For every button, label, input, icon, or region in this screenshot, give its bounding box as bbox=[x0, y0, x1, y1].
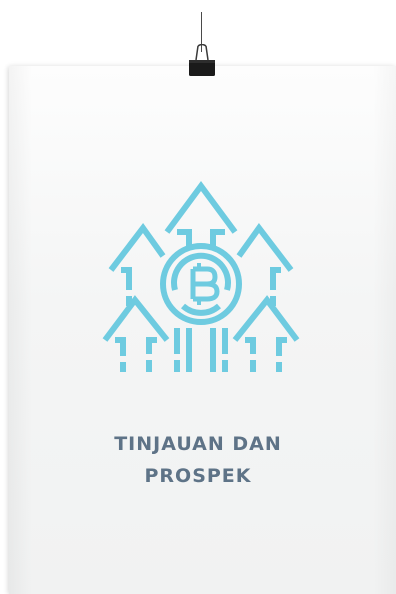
poster-title: TINJAUAN DAN PROSPEK bbox=[0, 428, 396, 492]
bitcoin-growth-arrows-icon bbox=[102, 180, 300, 372]
poster-title-line2: PROSPEK bbox=[144, 465, 252, 487]
poster-title-line1: TINJAUAN DAN bbox=[114, 433, 282, 455]
binder-clip-icon bbox=[189, 44, 215, 76]
poster-scene: TINJAUAN DAN PROSPEK bbox=[0, 0, 396, 594]
